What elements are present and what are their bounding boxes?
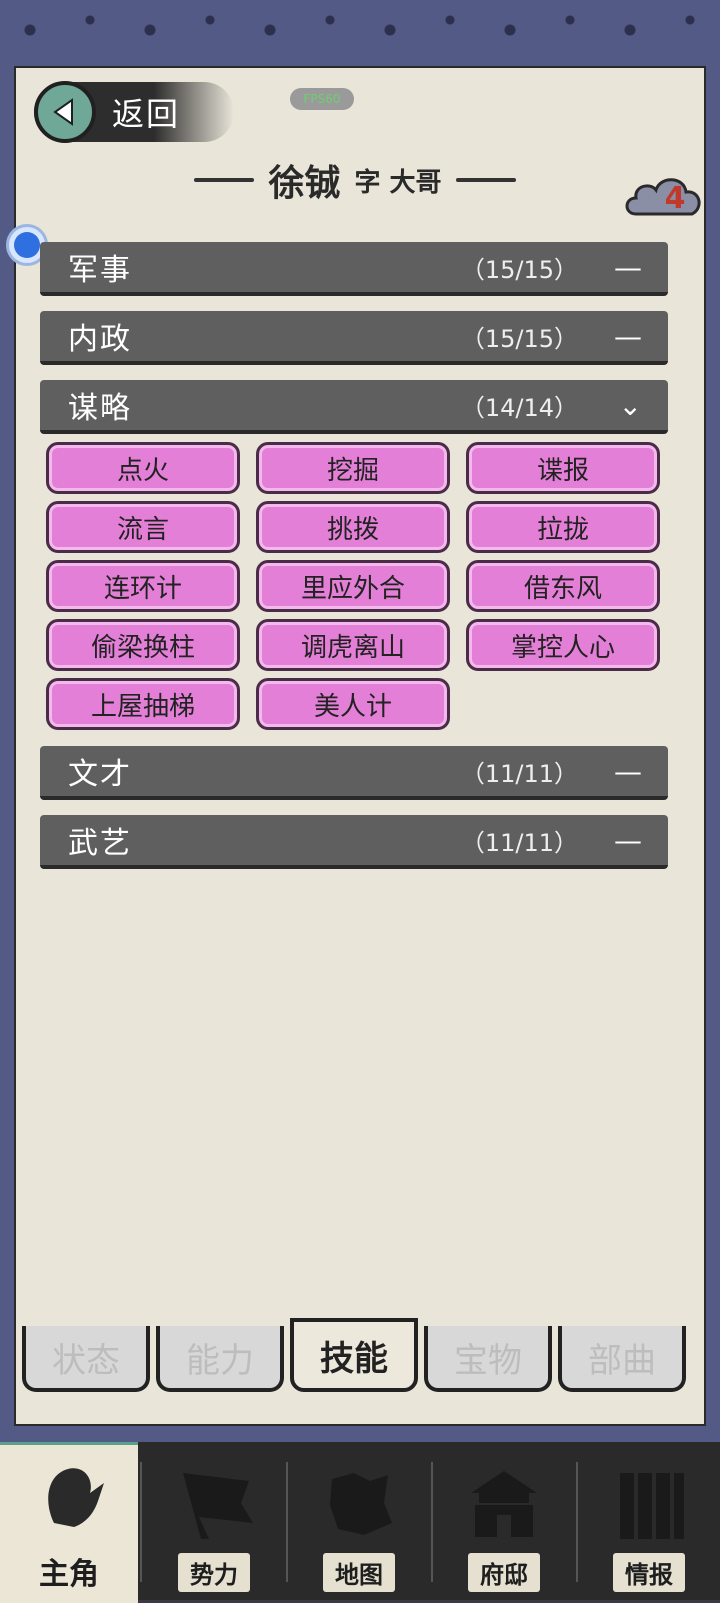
bottom-navigation: 主角 势力 地图 府邸 情报 bbox=[0, 1442, 720, 1603]
nav-map[interactable]: 地图 bbox=[290, 1442, 428, 1600]
category-count: （11/11） bbox=[460, 759, 578, 788]
back-label: 返回 bbox=[112, 95, 181, 133]
nav-divider bbox=[140, 1462, 142, 1582]
skill-button[interactable]: 连环计 bbox=[46, 560, 240, 612]
warrior-portrait-icon bbox=[48, 1468, 104, 1527]
tab-treasure[interactable]: 宝物 bbox=[424, 1326, 552, 1392]
nav-label: 势力 bbox=[178, 1553, 250, 1592]
nav-mansion[interactable]: 府邸 bbox=[435, 1442, 573, 1600]
category-military[interactable]: 军事 （15/15） — bbox=[40, 242, 668, 296]
skill-button[interactable]: 借东风 bbox=[466, 560, 660, 612]
left-ornament-icon bbox=[194, 178, 255, 182]
nav-faction[interactable]: 势力 bbox=[145, 1442, 283, 1600]
detail-tabs: 状态 能力 技能 宝物 部曲 bbox=[22, 1318, 698, 1396]
nav-divider bbox=[431, 1462, 433, 1582]
tab-ability[interactable]: 能力 bbox=[156, 1326, 284, 1392]
cloud-badge[interactable]: 4 bbox=[622, 168, 708, 226]
skill-button[interactable]: 挖掘 bbox=[256, 442, 450, 494]
flag-icon bbox=[183, 1473, 253, 1539]
top-decorative-border bbox=[0, 0, 720, 60]
category-strategy[interactable]: 谋略 （14/14） ⌄ bbox=[40, 380, 668, 434]
skill-button[interactable]: 掌控人心 bbox=[466, 619, 660, 671]
tab-skills[interactable]: 技能 bbox=[290, 1318, 418, 1392]
skill-button[interactable]: 流言 bbox=[46, 501, 240, 553]
nav-label: 地图 bbox=[323, 1553, 395, 1592]
nav-protagonist[interactable]: 主角 bbox=[0, 1442, 138, 1603]
nav-label: 府邸 bbox=[468, 1553, 540, 1592]
skill-button[interactable]: 里应外合 bbox=[256, 560, 450, 612]
collapse-icon: — bbox=[614, 319, 642, 353]
skill-button[interactable]: 美人计 bbox=[256, 678, 450, 730]
nav-divider bbox=[286, 1462, 288, 1582]
character-style-name: 字 大哥 bbox=[354, 167, 442, 198]
category-label: 武艺 bbox=[68, 826, 132, 861]
collapse-icon: — bbox=[614, 754, 642, 788]
skill-button[interactable]: 上屋抽梯 bbox=[46, 678, 240, 730]
category-literary[interactable]: 文才 （11/11） — bbox=[40, 746, 668, 800]
back-button[interactable]: 返回 bbox=[34, 81, 234, 143]
category-administration[interactable]: 内政 （15/15） — bbox=[40, 311, 668, 365]
collapse-icon: — bbox=[614, 250, 642, 284]
category-count: （11/11） bbox=[460, 828, 578, 857]
category-label: 内政 bbox=[68, 322, 132, 357]
skill-button[interactable]: 偷梁换柱 bbox=[46, 619, 240, 671]
category-count: （15/15） bbox=[460, 324, 578, 353]
collapse-icon: — bbox=[614, 823, 642, 857]
fps-indicator: FPS60 bbox=[290, 88, 354, 110]
tab-status[interactable]: 状态 bbox=[22, 1326, 150, 1392]
skill-button[interactable]: 谍报 bbox=[466, 442, 660, 494]
map-icon bbox=[330, 1473, 392, 1535]
skill-button[interactable]: 挑拨 bbox=[256, 501, 450, 553]
category-count: （15/15） bbox=[460, 255, 578, 284]
chevron-down-icon: ⌄ bbox=[618, 388, 642, 422]
category-count: （14/14） bbox=[460, 393, 578, 422]
tab-troops[interactable]: 部曲 bbox=[558, 1326, 686, 1392]
nav-intel[interactable]: 情报 bbox=[580, 1442, 718, 1600]
character-name: 徐铖 bbox=[268, 163, 341, 204]
assistant-icon bbox=[14, 232, 40, 258]
nav-label: 情报 bbox=[613, 1553, 685, 1592]
skill-button[interactable]: 拉拢 bbox=[466, 501, 660, 553]
right-ornament-icon bbox=[455, 178, 516, 182]
back-arrow-icon bbox=[34, 81, 96, 143]
badge-count: 4 bbox=[664, 181, 686, 216]
category-label: 文才 bbox=[68, 757, 132, 792]
category-label: 谋略 bbox=[68, 391, 132, 426]
scroll-icon bbox=[620, 1473, 684, 1539]
skill-button[interactable]: 点火 bbox=[46, 442, 240, 494]
character-title: 徐铖 字 大哥 bbox=[160, 155, 550, 205]
nav-divider bbox=[576, 1462, 578, 1582]
nav-label: 主角 bbox=[39, 1557, 99, 1592]
skill-button[interactable]: 调虎离山 bbox=[256, 619, 450, 671]
category-label: 军事 bbox=[68, 253, 132, 288]
category-martial[interactable]: 武艺 （11/11） — bbox=[40, 815, 668, 869]
mansion-icon bbox=[471, 1471, 537, 1537]
